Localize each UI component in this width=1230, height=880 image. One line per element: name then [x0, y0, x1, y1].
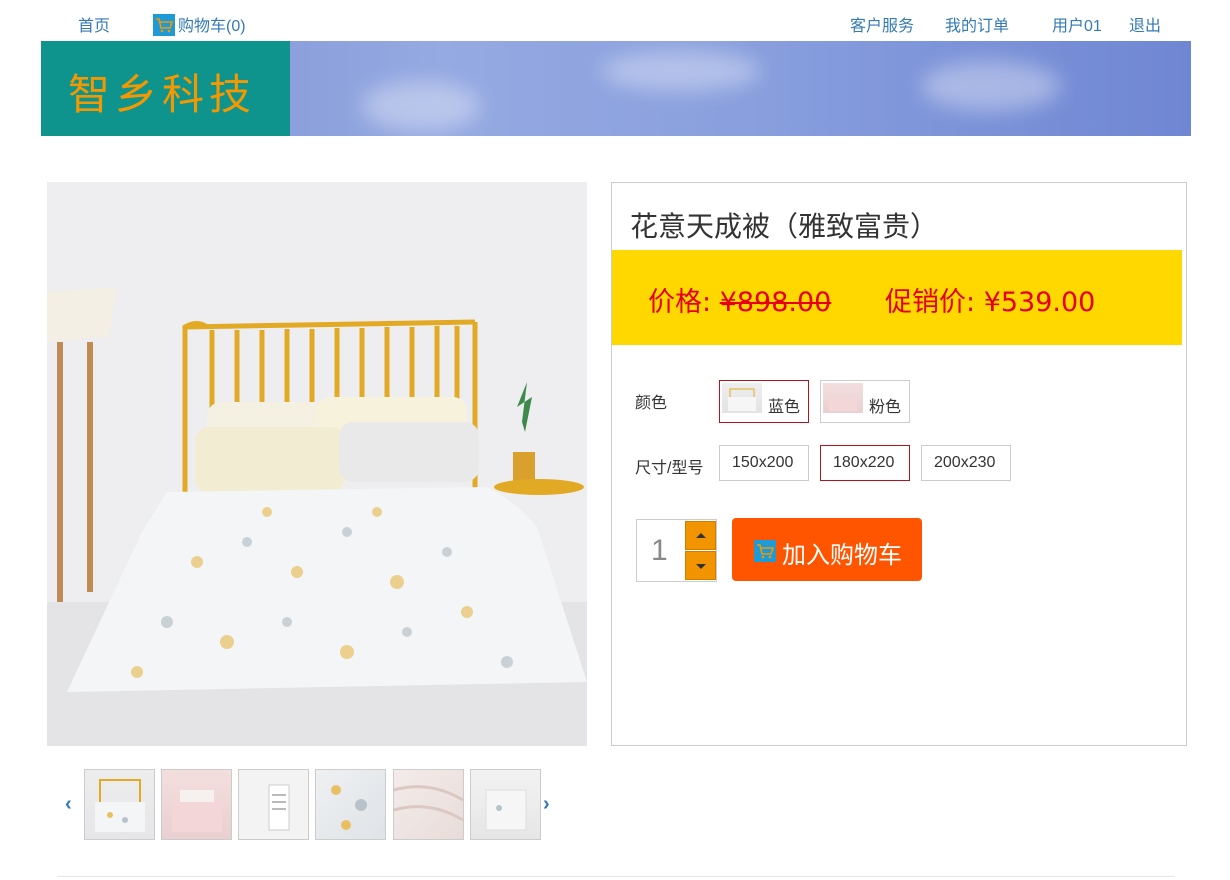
logo[interactable]: 智乡科技 [41, 41, 290, 136]
size-option-label: 200x230 [934, 454, 996, 471]
nav-home-link[interactable]: 首页 [78, 12, 110, 36]
size-option-180x220[interactable]: 180x220 [820, 445, 910, 481]
price-label: 价格: [648, 287, 720, 318]
color-option-pink[interactable]: 粉色 [820, 380, 910, 423]
size-option-200x230[interactable]: 200x230 [921, 445, 1011, 481]
price-value: ¥898.00 [719, 287, 832, 318]
logo-text: 智乡科技 [68, 70, 257, 119]
chevron-left-icon[interactable]: ‹ [65, 793, 83, 815]
top-nav: 首页 购物车(0) 客户服务 我的订单 用户01 退出 [0, 0, 1230, 42]
thumbnail[interactable] [238, 769, 309, 840]
header-banner: 智乡科技 [41, 41, 1191, 136]
add-to-cart-button[interactable]: 加入购物车 [732, 518, 922, 581]
chevron-right-icon[interactable]: › [543, 793, 561, 815]
promo-price: 促销价: ¥539.00 [885, 280, 1095, 319]
thumbnail[interactable] [470, 769, 541, 840]
product-title: 花意天成被（雅致富贵） [630, 210, 939, 243]
nav-cart-label: 购物车(0) [178, 18, 246, 35]
nav-logout-link[interactable]: 退出 [1129, 12, 1161, 36]
thumbnail[interactable] [84, 769, 155, 840]
nav-user-link[interactable]: 用户01 [1052, 12, 1102, 36]
size-option-label: 150x200 [732, 454, 794, 471]
quantity-stepper[interactable]: 1 [636, 519, 717, 582]
thumbnail[interactable] [161, 769, 232, 840]
banner-cloud [361, 81, 481, 131]
thumbnail-carousel: ‹ › [62, 768, 562, 842]
increment-button[interactable] [685, 521, 716, 550]
cart-icon [153, 14, 175, 36]
nav-orders-link[interactable]: 我的订单 [945, 12, 1009, 36]
size-option-150x200[interactable]: 150x200 [719, 445, 809, 481]
size-option-label: 180x220 [833, 454, 895, 471]
nav-service-link[interactable]: 客户服务 [850, 12, 914, 36]
original-price: 价格: ¥898.00 [648, 280, 831, 319]
decrement-button[interactable] [685, 551, 716, 580]
add-to-cart-label: 加入购物车 [782, 541, 902, 569]
banner-cloud [921, 61, 1061, 111]
swatch-image [823, 383, 863, 413]
thumbnail[interactable] [315, 769, 386, 840]
color-label: 颜色 [635, 395, 668, 412]
promo-label: 促销价: [885, 287, 984, 318]
banner-cloud [601, 51, 761, 91]
cart-icon [754, 540, 776, 562]
color-option-label: 蓝色 [768, 399, 801, 416]
product-main-image [47, 182, 587, 746]
color-option-label: 粉色 [869, 399, 902, 416]
swatch-image [722, 383, 762, 413]
size-label: 尺寸/型号 [635, 460, 704, 477]
color-option-blue[interactable]: 蓝色 [719, 380, 809, 423]
price-box: 价格: ¥898.00 促销价: ¥539.00 [612, 250, 1182, 345]
product-info-panel: 花意天成被（雅致富贵） 价格: ¥898.00 促销价: ¥539.00 颜色 … [611, 182, 1187, 746]
thumbnail[interactable] [393, 769, 464, 840]
quantity-value[interactable]: 1 [651, 534, 668, 568]
promo-value: ¥539.00 [983, 287, 1096, 318]
footer-divider [57, 876, 1175, 877]
nav-cart-link[interactable]: 购物车(0) [153, 12, 246, 36]
